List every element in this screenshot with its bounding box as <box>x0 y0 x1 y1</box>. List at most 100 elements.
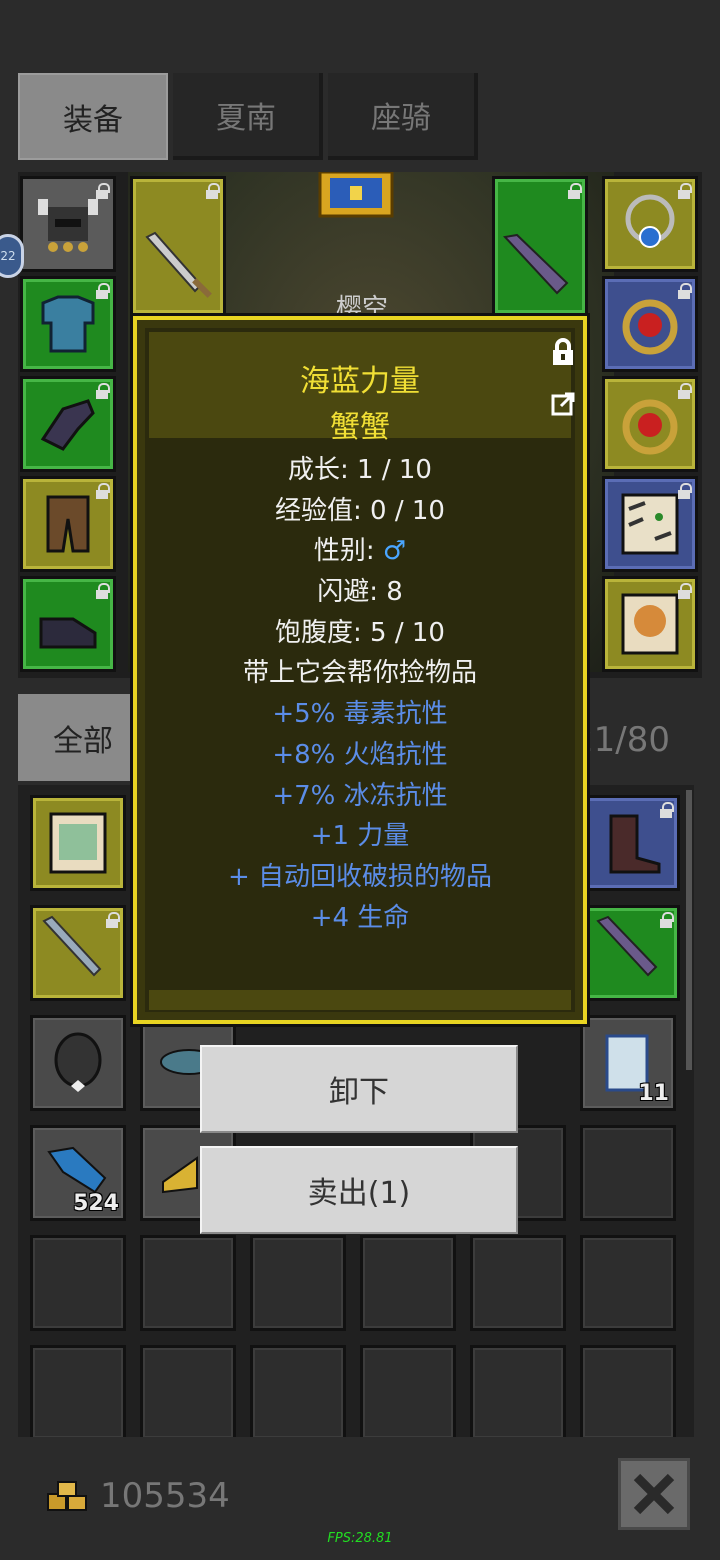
slot-necklace[interactable] <box>602 176 698 272</box>
inventory-slot-empty[interactable] <box>470 1345 566 1437</box>
lock-icon <box>677 583 692 599</box>
inventory-slot-empty[interactable] <box>140 1345 236 1437</box>
bonus-line: +7% 冰冻抗性 <box>272 780 448 811</box>
inventory-item-sword[interactable] <box>30 905 126 1001</box>
bonus-line: +5% 毒素抗性 <box>272 699 448 730</box>
item-subtitle: 蟹蟹 <box>330 410 390 445</box>
lock-icon <box>95 283 110 299</box>
share-icon[interactable] <box>551 392 575 416</box>
stat-dodge: 闪避: 8 <box>317 577 403 608</box>
bonus-line: +4 生命 <box>310 902 410 933</box>
inventory-item-boots[interactable] <box>584 795 680 891</box>
ring-icon <box>622 399 678 455</box>
sword-icon <box>145 231 212 298</box>
inventory-slot-empty[interactable] <box>360 1235 456 1331</box>
ring-icon <box>622 299 678 355</box>
lock-icon <box>95 383 110 399</box>
inventory-slot-empty[interactable] <box>470 1235 566 1331</box>
inventory-item-scroll[interactable]: 11 <box>580 1015 676 1111</box>
lock-icon <box>95 183 110 199</box>
boots-icon <box>609 814 661 874</box>
item-count: 524 <box>73 1191 119 1216</box>
inventory-item-dagger[interactable] <box>584 905 680 1001</box>
lock-icon <box>659 802 674 818</box>
treasure-chest-icon <box>318 172 394 218</box>
boots-icon <box>39 617 97 649</box>
tab-equipment-label: 装备 <box>63 102 123 138</box>
slot-pet-2[interactable] <box>602 576 698 672</box>
inventory-item-feather[interactable]: 524 <box>30 1125 126 1221</box>
sell-button[interactable]: 卖出(1) <box>200 1146 518 1234</box>
stat-exp: 经验值: 0 / 10 <box>275 495 445 526</box>
item-count: 11 <box>638 1081 669 1106</box>
inventory-slot-empty[interactable] <box>30 1235 126 1331</box>
glove-icon <box>40 399 95 451</box>
tiger-card-icon <box>621 493 679 555</box>
male-symbol-icon: ♂ <box>382 536 407 567</box>
close-button[interactable] <box>618 1458 690 1530</box>
tab-mount-label: 座骑 <box>371 100 431 136</box>
inventory-slot-empty[interactable] <box>360 1345 456 1437</box>
slot-main-weapon[interactable] <box>130 176 226 316</box>
gold-amount: 105534 <box>100 1476 230 1516</box>
lock-icon <box>659 912 674 928</box>
inventory-slot-empty[interactable] <box>580 1235 676 1331</box>
inventory-slot-empty[interactable] <box>250 1235 346 1331</box>
tab-xianan-label: 夏南 <box>216 100 276 136</box>
unequip-button[interactable]: 卸下 <box>200 1045 518 1133</box>
side-bubble-text: 22 <box>0 249 16 263</box>
inventory-item-bomb[interactable] <box>30 1015 126 1111</box>
item-description: 带上它会帮你捡物品 <box>242 658 477 689</box>
lock-icon <box>677 483 692 499</box>
lock-icon <box>677 383 692 399</box>
tab-xianan[interactable]: 夏南 <box>173 73 323 160</box>
lock-icon <box>105 912 120 928</box>
chainmail-armor-icon <box>41 295 95 353</box>
lock-toggle-icon[interactable] <box>551 338 575 366</box>
dagger-icon <box>503 233 569 295</box>
inventory-slot-empty[interactable] <box>580 1125 676 1221</box>
monster-card-icon <box>49 812 107 874</box>
item-title: 海蓝力量 <box>300 364 420 399</box>
filter-all-label: 全部 <box>53 723 113 759</box>
close-icon <box>633 1473 675 1515</box>
gender-label: 性别: <box>313 536 383 567</box>
filter-all-button[interactable]: 全部 <box>18 694 148 781</box>
fps-counter: FPS:28.81 <box>327 1531 393 1546</box>
lock-icon <box>205 183 220 199</box>
slot-off-weapon[interactable] <box>492 176 588 316</box>
inventory-slot-empty[interactable] <box>30 1345 126 1437</box>
slot-ring-1[interactable] <box>602 276 698 372</box>
slot-pet-1[interactable] <box>602 476 698 572</box>
lock-icon <box>677 283 692 299</box>
slot-helmet[interactable] <box>20 176 116 272</box>
inventory-slot-empty[interactable] <box>250 1345 346 1437</box>
sell-label: 卖出(1) <box>307 1176 411 1211</box>
slot-ring-2[interactable] <box>602 376 698 472</box>
lock-icon <box>95 583 110 599</box>
inventory-slot-empty[interactable] <box>140 1235 236 1331</box>
inventory-item-pet-card[interactable] <box>30 795 126 891</box>
bomb-icon <box>54 1032 102 1092</box>
bonus-line: +8% 火焰抗性 <box>272 739 448 770</box>
amulet-icon <box>625 194 675 248</box>
tooltip-header: 海蓝力量 蟹蟹 <box>149 332 571 445</box>
lock-icon <box>567 183 582 199</box>
tab-equipment[interactable]: 装备 <box>18 73 168 160</box>
slot-armor[interactable] <box>20 276 116 372</box>
stat-satiety: 饱腹度: 5 / 10 <box>275 617 445 648</box>
item-tooltip: 海蓝力量 蟹蟹 成长: 1 / 10 经验值: 0 / 10 性别: ♂ 闪避:… <box>133 316 587 1024</box>
unequip-label: 卸下 <box>329 1075 389 1110</box>
gold-coins-icon <box>47 1481 87 1511</box>
inventory-slot-empty[interactable] <box>580 1345 676 1437</box>
slot-boots[interactable] <box>20 576 116 672</box>
inventory-scrollbar[interactable] <box>686 790 692 1070</box>
pants-icon <box>46 495 90 553</box>
slot-gloves[interactable] <box>20 376 116 472</box>
tab-mount[interactable]: 座骑 <box>328 73 478 160</box>
side-bubble[interactable]: 22 <box>0 234 24 278</box>
stat-growth: 成长: 1 / 10 <box>288 455 432 485</box>
horned-helmet-icon <box>38 199 98 252</box>
tooltip-footer <box>149 990 571 1010</box>
slot-pants[interactable] <box>20 476 116 572</box>
